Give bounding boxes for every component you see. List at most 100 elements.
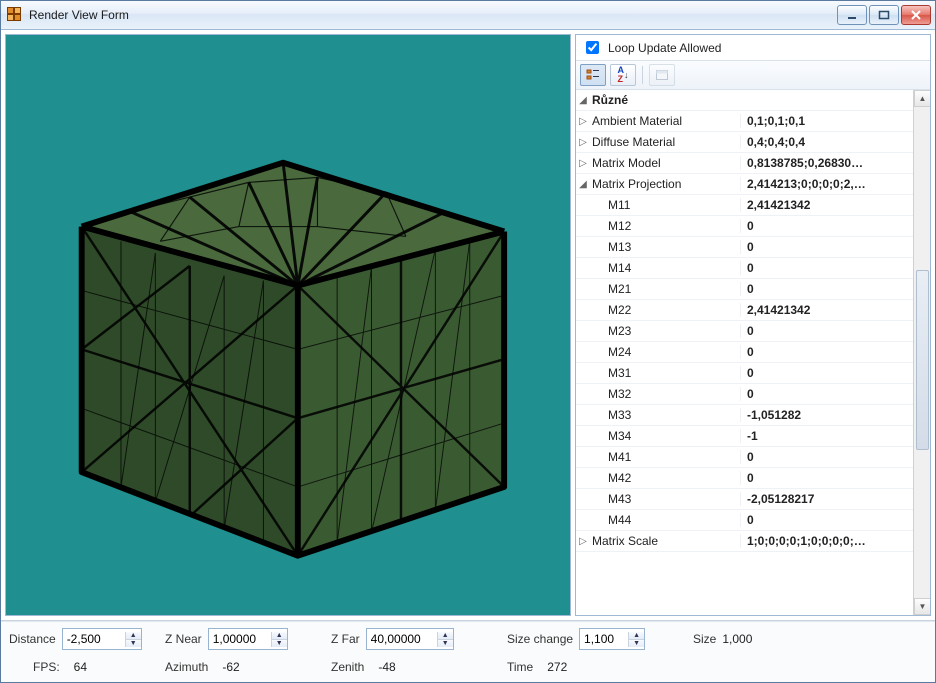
property-row[interactable]: M230: [576, 321, 913, 342]
property-label: M21: [606, 282, 740, 296]
time-label: Time: [507, 660, 533, 674]
property-row[interactable]: M410: [576, 447, 913, 468]
property-value[interactable]: 0: [740, 450, 913, 464]
size-label: Size: [693, 632, 716, 646]
property-value[interactable]: 0,4;0,4;0,4: [740, 135, 913, 149]
property-label: M22: [606, 303, 740, 317]
property-row[interactable]: ▷Ambient Material0,1;0,1;0,1: [576, 111, 913, 132]
property-label: M42: [606, 471, 740, 485]
distance-field[interactable]: [63, 630, 125, 648]
property-grid[interactable]: ◢Různé▷Ambient Material0,1;0,1;0,1▷Diffu…: [576, 90, 930, 615]
znear-spin-up[interactable]: ▲: [272, 632, 287, 640]
property-label: M11: [606, 198, 740, 212]
property-row[interactable]: M210: [576, 279, 913, 300]
property-row[interactable]: M310: [576, 363, 913, 384]
zfar-input[interactable]: ▲▼: [366, 628, 454, 650]
znear-field[interactable]: [209, 630, 271, 648]
property-row[interactable]: M120: [576, 216, 913, 237]
znear-label: Z Near: [165, 632, 202, 646]
category-expander-icon[interactable]: ◢: [576, 95, 590, 106]
property-value[interactable]: 0: [740, 471, 913, 485]
property-row[interactable]: ◢Matrix Projection2,414213;0;0;0;0;2,…: [576, 174, 913, 195]
property-value[interactable]: 0,1;0,1;0,1: [740, 114, 913, 128]
window-title: Render View Form: [29, 8, 129, 22]
azimuth-label: Azimuth: [165, 660, 208, 674]
close-button[interactable]: [901, 5, 931, 25]
property-value[interactable]: 2,41421342: [740, 303, 913, 317]
distance-spin-down[interactable]: ▼: [126, 640, 141, 647]
property-label: M12: [606, 219, 740, 233]
property-category[interactable]: ◢Různé: [576, 90, 913, 111]
property-row[interactable]: M34-1: [576, 426, 913, 447]
property-grid-scrollbar[interactable]: ▲ ▼: [913, 90, 930, 615]
loop-update-row: Loop Update Allowed: [576, 35, 930, 61]
row-expander-icon[interactable]: ◢: [576, 179, 590, 190]
fps-label: FPS:: [33, 660, 60, 674]
row-expander-icon[interactable]: ▷: [576, 116, 590, 127]
property-row[interactable]: M112,41421342: [576, 195, 913, 216]
minimize-button[interactable]: [837, 5, 867, 25]
property-value[interactable]: -1: [740, 429, 913, 443]
property-label: M44: [606, 513, 740, 527]
sizechange-field[interactable]: [580, 630, 628, 648]
azimuth-value: -62: [222, 660, 262, 674]
sizechange-spin-down[interactable]: ▼: [629, 640, 644, 647]
titlebar[interactable]: Render View Form: [1, 1, 935, 30]
property-value[interactable]: 0: [740, 387, 913, 401]
property-value[interactable]: 0: [740, 240, 913, 254]
znear-input[interactable]: ▲▼: [208, 628, 288, 650]
row-expander-icon[interactable]: ▷: [576, 536, 590, 547]
property-row[interactable]: ▷Diffuse Material0,4;0,4;0,4: [576, 132, 913, 153]
propertypages-button: [649, 64, 675, 86]
distance-spin-up[interactable]: ▲: [126, 632, 141, 640]
property-label: M24: [606, 345, 740, 359]
property-value[interactable]: 0: [740, 282, 913, 296]
categorized-button[interactable]: [580, 64, 606, 86]
property-value[interactable]: 0: [740, 219, 913, 233]
property-value[interactable]: 2,41421342: [740, 198, 913, 212]
row-expander-icon[interactable]: ▷: [576, 158, 590, 169]
property-row[interactable]: M320: [576, 384, 913, 405]
distance-label: Distance: [9, 632, 56, 646]
property-row[interactable]: M33-1,051282: [576, 405, 913, 426]
zenith-value: -48: [378, 660, 418, 674]
property-row[interactable]: M222,41421342: [576, 300, 913, 321]
zfar-spin-down[interactable]: ▼: [438, 640, 453, 647]
loop-update-checkbox[interactable]: [586, 41, 599, 54]
zfar-spin-up[interactable]: ▲: [438, 632, 453, 640]
property-row[interactable]: M420: [576, 468, 913, 489]
property-value[interactable]: -1,051282: [740, 408, 913, 422]
property-label: M31: [606, 366, 740, 380]
property-label: M34: [606, 429, 740, 443]
zfar-label: Z Far: [331, 632, 360, 646]
propertygrid-toolbar: AZ↓: [576, 61, 930, 90]
property-row[interactable]: M43-2,05128217: [576, 489, 913, 510]
maximize-button[interactable]: [869, 5, 899, 25]
alphabetical-button[interactable]: AZ↓: [610, 64, 636, 86]
property-row[interactable]: M130: [576, 237, 913, 258]
property-value[interactable]: 0: [740, 261, 913, 275]
distance-input[interactable]: ▲▼: [62, 628, 142, 650]
property-row[interactable]: M240: [576, 342, 913, 363]
property-row[interactable]: ▷Matrix Scale1;0;0;0;0;1;0;0;0;0;…: [576, 531, 913, 552]
scroll-up-button[interactable]: ▲: [914, 90, 930, 107]
property-value[interactable]: 0: [740, 345, 913, 359]
property-value[interactable]: 2,414213;0;0;0;0;2,…: [740, 177, 913, 191]
property-row[interactable]: M140: [576, 258, 913, 279]
scroll-thumb[interactable]: [916, 270, 929, 450]
property-value[interactable]: -2,05128217: [740, 492, 913, 506]
property-row[interactable]: ▷Matrix Model0,8138785;0,26830…: [576, 153, 913, 174]
render-viewport[interactable]: [5, 34, 571, 616]
row-expander-icon[interactable]: ▷: [576, 137, 590, 148]
sizechange-input[interactable]: ▲▼: [579, 628, 645, 650]
property-value[interactable]: 0: [740, 324, 913, 338]
znear-spin-down[interactable]: ▼: [272, 640, 287, 647]
property-value[interactable]: 0: [740, 513, 913, 527]
property-value[interactable]: 0: [740, 366, 913, 380]
property-row[interactable]: M440: [576, 510, 913, 531]
sizechange-spin-up[interactable]: ▲: [629, 632, 644, 640]
zfar-field[interactable]: [367, 630, 437, 648]
property-value[interactable]: 1;0;0;0;0;1;0;0;0;0;…: [740, 534, 913, 548]
scroll-down-button[interactable]: ▼: [914, 598, 930, 615]
property-value[interactable]: 0,8138785;0,26830…: [740, 156, 913, 170]
